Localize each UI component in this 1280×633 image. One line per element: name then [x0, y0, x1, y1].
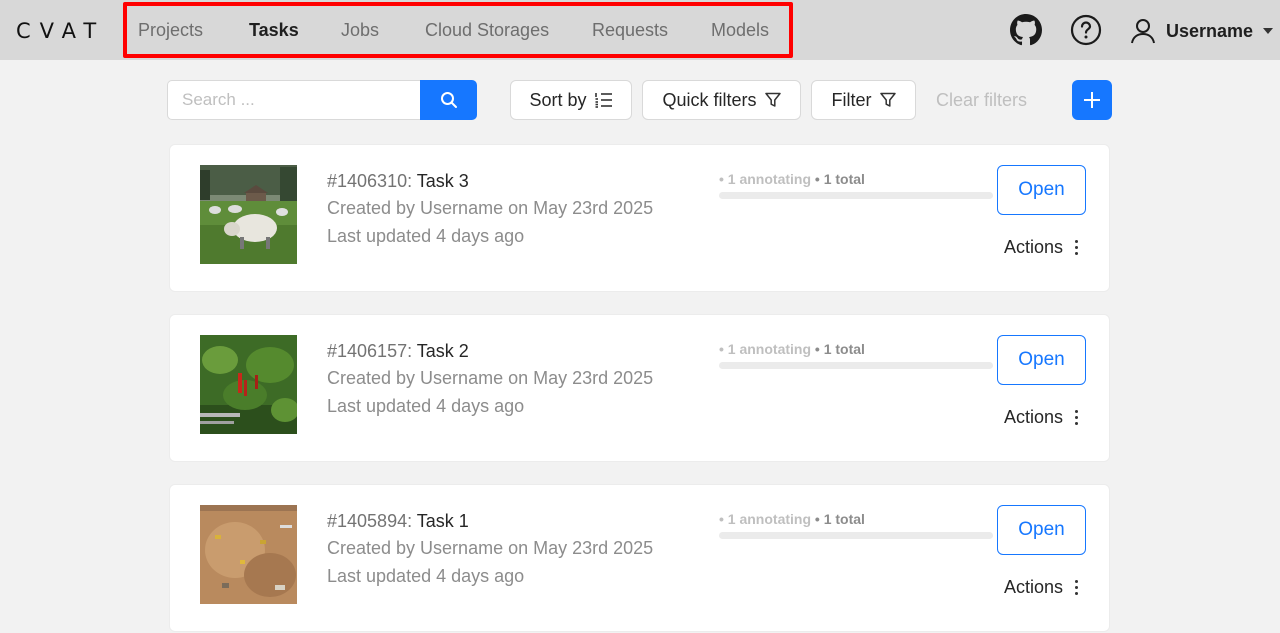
top-header: CVAT Projects Tasks Jobs Cloud Storages …	[0, 0, 1280, 60]
actions-label: Actions	[1004, 237, 1064, 257]
actions-menu[interactable]: Actions	[1004, 237, 1079, 258]
task-updated-info: Last updated 4 days ago	[327, 226, 525, 246]
plus-icon	[1084, 92, 1100, 108]
filter-icon	[764, 92, 781, 107]
username-label: Username	[1166, 20, 1254, 41]
search-button[interactable]	[420, 80, 477, 120]
task-progress-bar	[719, 362, 993, 369]
task-id: #1405894:	[327, 511, 413, 531]
more-vertical-icon	[1075, 240, 1079, 255]
task-progress-bar	[719, 532, 993, 539]
nav-cloud-storages[interactable]: Cloud Storages	[425, 20, 549, 41]
filter-label: Filter	[831, 89, 872, 110]
total-count: • 1 total	[814, 511, 865, 527]
task-created-info: Created by Username on May 23rd 2025	[327, 538, 654, 558]
ordered-list-icon	[594, 93, 612, 108]
task-progress-label: • 1 annotating • 1 total	[719, 341, 865, 357]
actions-label: Actions	[1004, 577, 1064, 597]
open-task-button[interactable]: Open	[997, 505, 1086, 555]
total-count: • 1 total	[814, 171, 865, 187]
filter-button[interactable]: Filter	[811, 80, 916, 120]
task-updated-info: Last updated 4 days ago	[327, 396, 525, 416]
task-id: #1406157:	[327, 341, 413, 361]
quick-filters-label: Quick filters	[662, 89, 757, 110]
actions-menu[interactable]: Actions	[1004, 407, 1079, 428]
task-card: #1406310: Task 3 Created by Username on …	[169, 144, 1110, 292]
task-preview-image[interactable]	[200, 505, 297, 604]
github-icon[interactable]	[1010, 14, 1042, 46]
task-progress-label: • 1 annotating • 1 total	[719, 171, 865, 187]
annotating-count: • 1 annotating	[719, 341, 812, 357]
user-menu[interactable]: Username	[1130, 16, 1274, 46]
task-progress-label: • 1 annotating • 1 total	[719, 511, 865, 527]
task-progress-bar	[719, 192, 993, 199]
task-card: #1406157: Task 2 Created by Username on …	[169, 314, 1110, 462]
more-vertical-icon	[1075, 410, 1079, 425]
create-task-button[interactable]	[1072, 80, 1112, 120]
nav-requests[interactable]: Requests	[592, 20, 668, 41]
total-count: • 1 total	[814, 341, 865, 357]
nav-projects[interactable]: Projects	[138, 20, 203, 41]
search-input[interactable]	[167, 80, 421, 120]
user-icon	[1131, 19, 1155, 44]
task-name[interactable]: Task 3	[417, 171, 469, 191]
task-preview-image[interactable]	[200, 165, 297, 264]
open-task-button[interactable]: Open	[997, 165, 1086, 215]
cvat-logo[interactable]: CVAT	[16, 19, 105, 43]
task-name[interactable]: Task 2	[417, 341, 469, 361]
open-task-button[interactable]: Open	[997, 335, 1086, 385]
task-updated-info: Last updated 4 days ago	[327, 566, 525, 586]
sort-by-button[interactable]: Sort by	[510, 80, 632, 120]
filter-icon	[879, 92, 896, 107]
actions-label: Actions	[1004, 407, 1064, 427]
question-circle-icon[interactable]	[1070, 14, 1102, 46]
annotating-count: • 1 annotating	[719, 511, 812, 527]
clear-filters-button[interactable]: Clear filters	[936, 90, 1027, 111]
actions-menu[interactable]: Actions	[1004, 577, 1079, 598]
task-title: #1406310: Task 3	[327, 171, 469, 192]
caret-down-icon	[1263, 28, 1274, 34]
search-icon	[440, 92, 457, 108]
more-vertical-icon	[1075, 580, 1079, 595]
annotating-count: • 1 annotating	[719, 171, 812, 187]
task-card: #1405894: Task 1 Created by Username on …	[169, 484, 1110, 632]
task-created-info: Created by Username on May 23rd 2025	[327, 368, 654, 388]
sort-by-label: Sort by	[529, 89, 587, 110]
task-title: #1406157: Task 2	[327, 341, 469, 362]
nav-models[interactable]: Models	[711, 20, 769, 41]
task-created-info: Created by Username on May 23rd 2025	[327, 198, 654, 218]
task-id: #1406310:	[327, 171, 413, 191]
nav-jobs[interactable]: Jobs	[341, 20, 379, 41]
task-title: #1405894: Task 1	[327, 511, 469, 532]
nav-tasks[interactable]: Tasks	[249, 20, 299, 41]
task-preview-image[interactable]	[200, 335, 297, 434]
task-name[interactable]: Task 1	[417, 511, 469, 531]
quick-filters-button[interactable]: Quick filters	[642, 80, 801, 120]
